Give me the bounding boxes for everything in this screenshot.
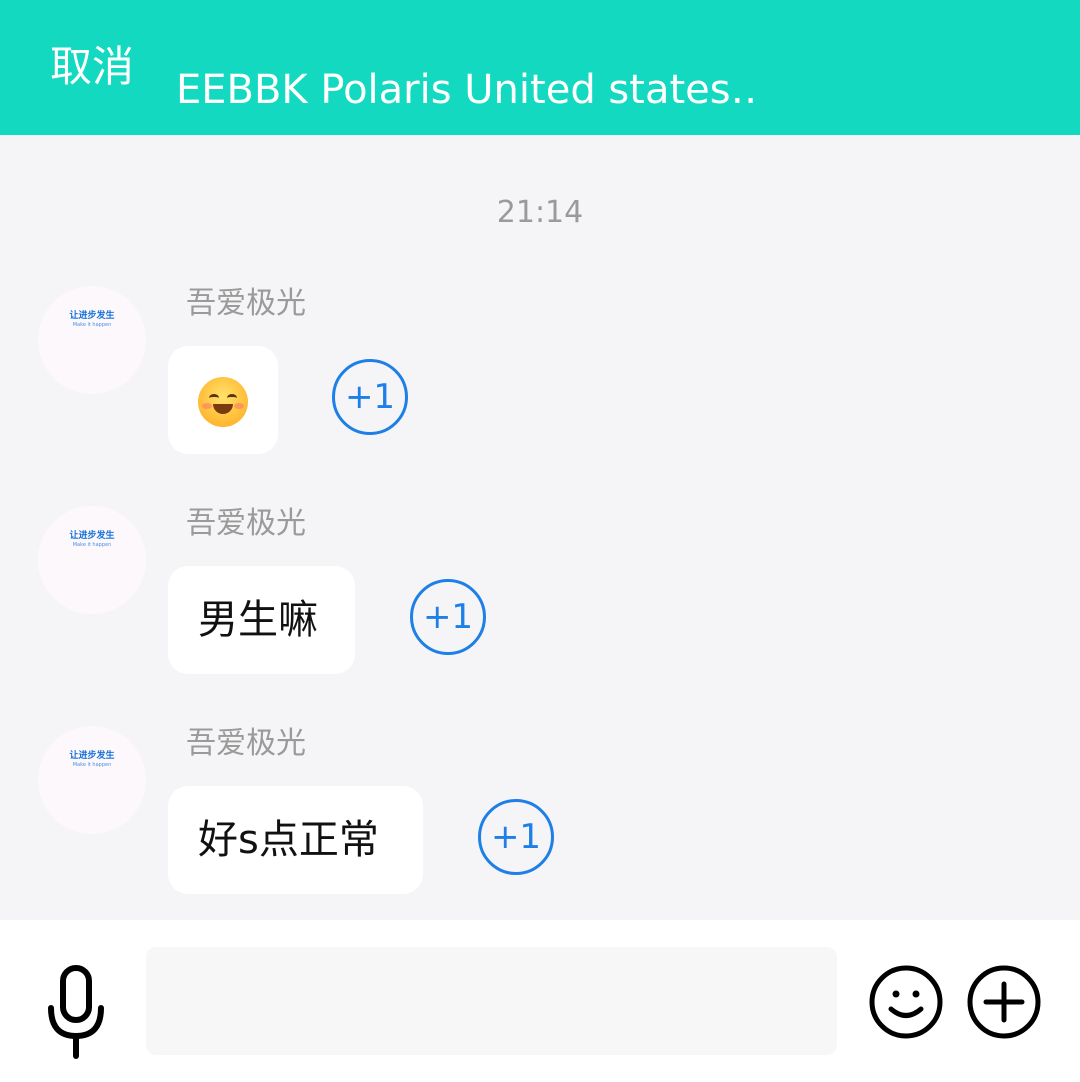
chat-title: EEBBK Polaris United states… (176, 67, 756, 113)
microphone-icon[interactable] (44, 964, 108, 1060)
avatar-logo-subtext: Make it happen (72, 762, 112, 768)
message-timestamp: 21:14 (496, 195, 584, 230)
avatar-logo-subtext: Make it happen (72, 542, 112, 548)
message-bubble[interactable] (168, 346, 278, 454)
chat-area[interactable]: 21:14 让进步发生 Make it happen 吾爱极光 +1 让进步发生… (0, 135, 1080, 920)
input-toolbar (0, 920, 1080, 1082)
avatar[interactable]: 让进步发生 Make it happen (38, 726, 146, 834)
avatar[interactable]: 让进步发生 Make it happen (38, 286, 146, 394)
avatar-logo-subtext: Make it happen (72, 322, 112, 328)
message-bubble[interactable]: 好s点正常 (168, 786, 423, 894)
message-input[interactable] (146, 947, 837, 1055)
sender-name: 吾爱极光 (186, 726, 306, 761)
emoji-face-icon[interactable] (868, 964, 944, 1040)
avatar-logo-text: 让进步发生 (69, 751, 115, 761)
message-row: 让进步发生 Make it happen 吾爱极光 +1 (0, 270, 1080, 470)
avatar[interactable]: 让进步发生 Make it happen (38, 506, 146, 614)
avatar-logo-text: 让进步发生 (69, 531, 115, 541)
smiling-face-with-blush-icon (198, 377, 248, 427)
app-header: 取消 EEBBK Polaris United states… (0, 0, 1080, 135)
avatar-logo-text: 让进步发生 (69, 311, 115, 321)
sender-name: 吾爱极光 (186, 286, 306, 321)
plus-one-button[interactable]: +1 (332, 359, 408, 435)
plus-one-button[interactable]: +1 (410, 579, 486, 655)
message-row: 让进步发生 Make it happen 吾爱极光 好s点正常 +1 (0, 710, 1080, 910)
plus-one-button[interactable]: +1 (478, 799, 554, 875)
message-row: 让进步发生 Make it happen 吾爱极光 男生嘛 +1 (0, 490, 1080, 690)
message-bubble[interactable]: 男生嘛 (168, 566, 355, 674)
sender-name: 吾爱极光 (186, 506, 306, 541)
cancel-button[interactable]: 取消 (50, 40, 134, 94)
add-circle-icon[interactable] (966, 964, 1042, 1040)
